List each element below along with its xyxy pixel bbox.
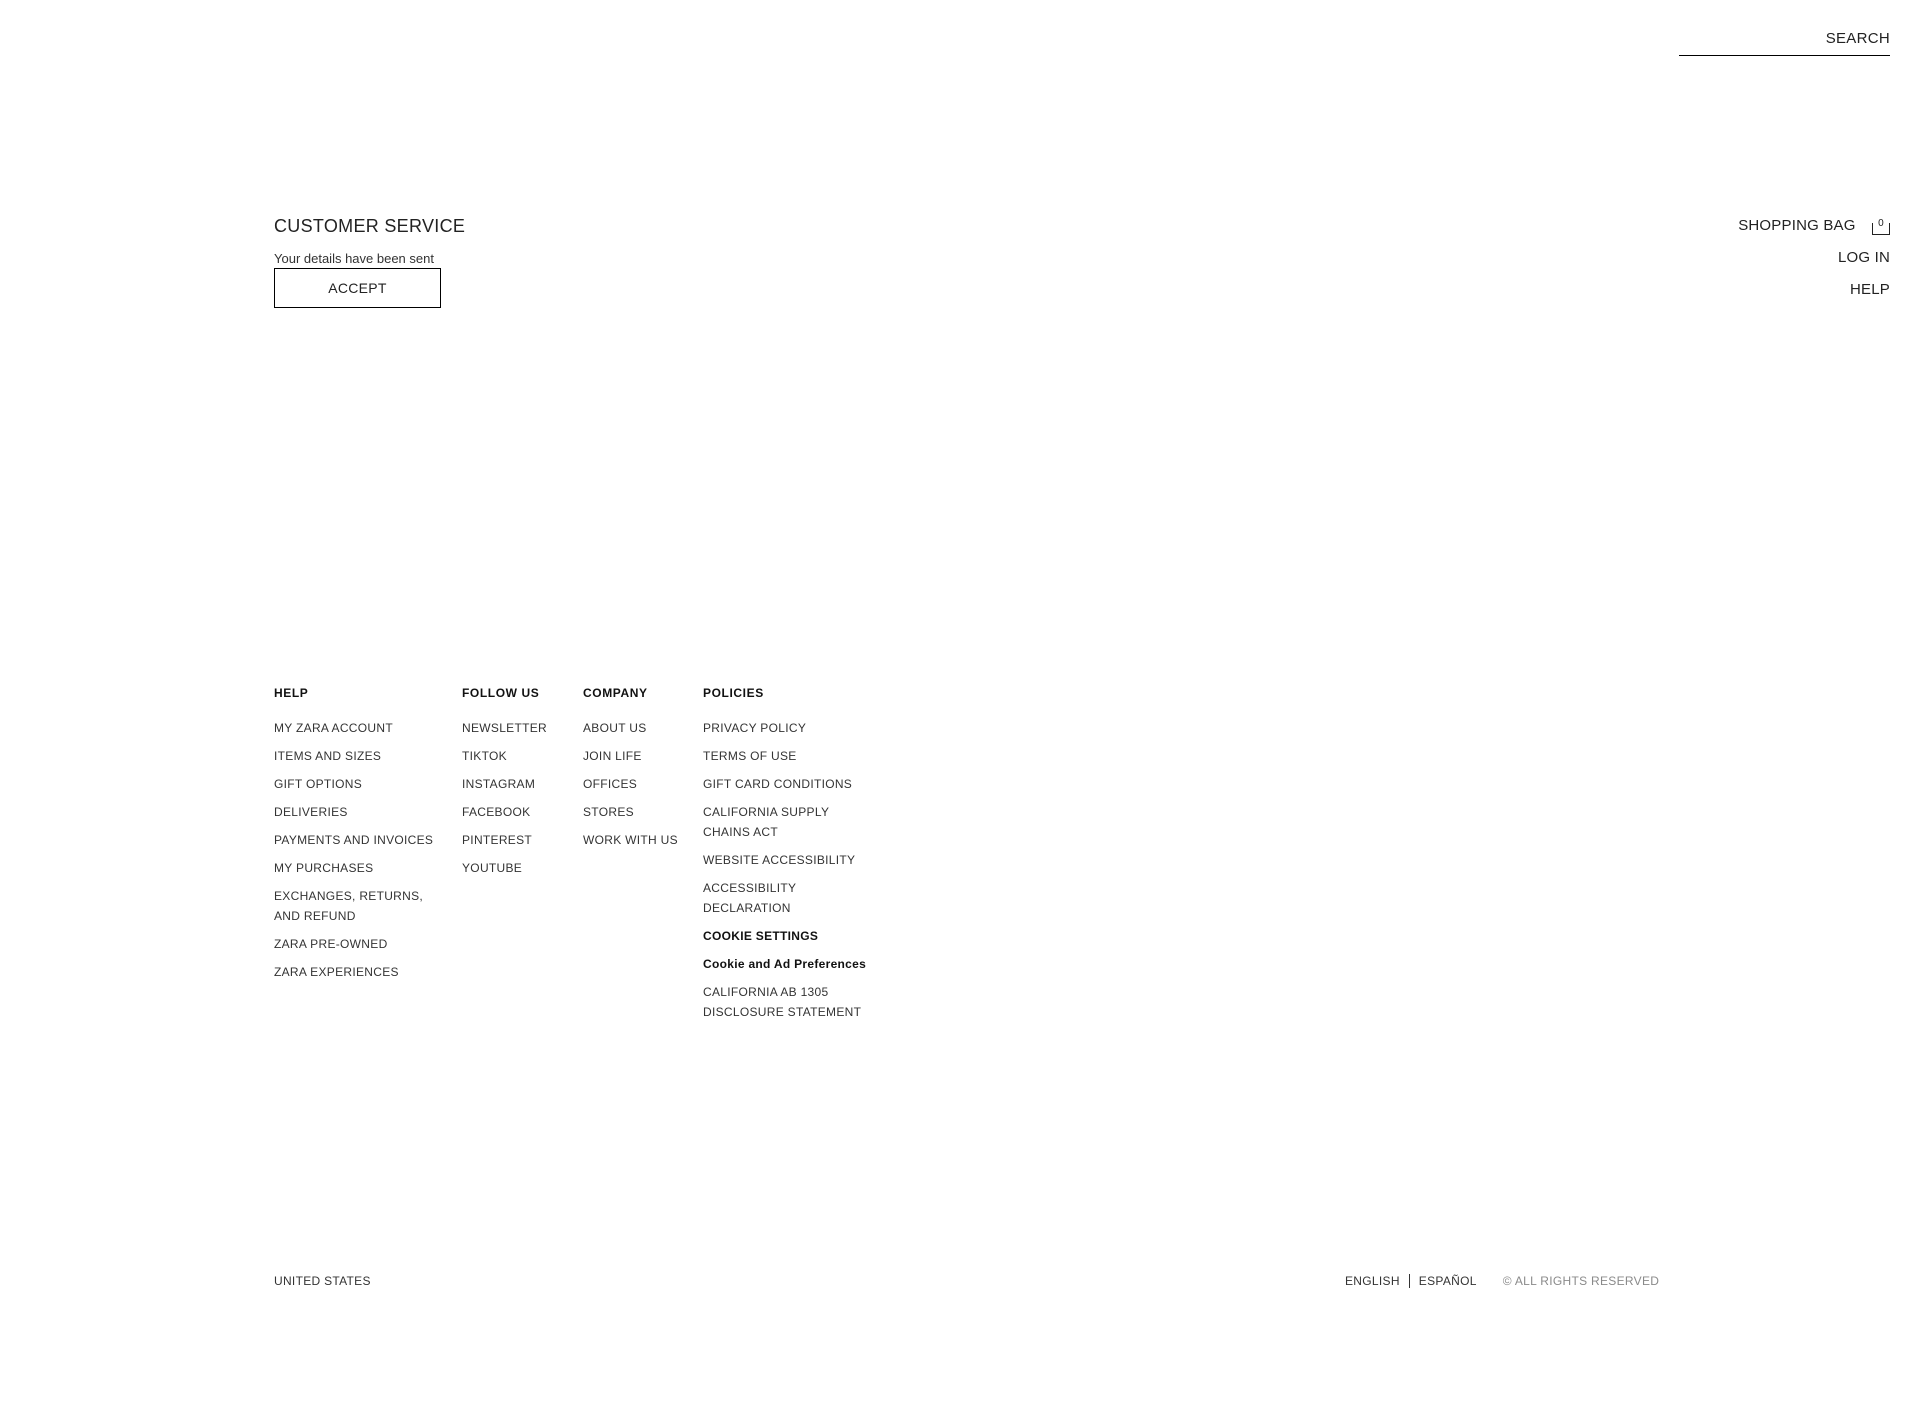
footer-link[interactable]: STORES [583, 802, 693, 822]
footer-link[interactable]: NEWSLETTER [462, 718, 572, 738]
shopping-bag-icon: 0 [1872, 219, 1890, 235]
footer-link[interactable]: FACEBOOK [462, 802, 572, 822]
footer-link[interactable]: MY ZARA ACCOUNT [274, 718, 444, 738]
footer-link[interactable]: GIFT CARD CONDITIONS [703, 774, 873, 794]
accept-button[interactable]: ACCEPT [274, 268, 441, 308]
footer-column-help: HELP MY ZARA ACCOUNT ITEMS AND SIZES GIF… [274, 686, 444, 990]
footer-column-title: FOLLOW US [462, 686, 540, 700]
footer-link[interactable]: TIKTOK [462, 746, 572, 766]
footer-link[interactable]: MY PURCHASES [274, 858, 444, 878]
footer-column-title: HELP [274, 686, 309, 700]
footer-link[interactable]: WEBSITE ACCESSIBILITY [703, 850, 873, 870]
footer-link[interactable]: DELIVERIES [274, 802, 444, 822]
country-selector[interactable]: UNITED STATES [274, 1274, 371, 1288]
header-nav: SHOPPING BAG 0 LOG IN HELP [1738, 210, 1890, 306]
footer-link[interactable]: PRIVACY POLICY [703, 718, 873, 738]
footer-link[interactable]: ZARA PRE-OWNED [274, 934, 444, 954]
login-link[interactable]: LOG IN [1738, 242, 1890, 274]
footer-link[interactable]: JOIN LIFE [583, 746, 693, 766]
bag-count: 0 [1878, 218, 1884, 229]
status-message: Your details have been sent [274, 251, 434, 266]
footer-link[interactable]: CALIFORNIA AB 1305 DISCLOSURE STATEMENT [703, 982, 873, 1022]
cookie-settings-link[interactable]: COOKIE SETTINGS [703, 926, 873, 946]
footer-link[interactable]: INSTAGRAM [462, 774, 572, 794]
footer-link[interactable]: GIFT OPTIONS [274, 774, 444, 794]
footer-column-title: POLICIES [703, 686, 764, 700]
footer-link[interactable]: ABOUT US [583, 718, 693, 738]
footer-link[interactable]: CALIFORNIA SUPPLY CHAINS ACT [703, 802, 873, 842]
shopping-bag-link[interactable]: SHOPPING BAG 0 [1738, 210, 1890, 242]
search-label[interactable]: SEARCH [1826, 30, 1890, 47]
footer-link[interactable]: OFFICES [583, 774, 693, 794]
footer-link[interactable]: TERMS OF USE [703, 746, 873, 766]
footer-link[interactable]: ZARA EXPERIENCES [274, 962, 444, 982]
footer-column-company: COMPANY ABOUT US JOIN LIFE OFFICES STORE… [583, 686, 693, 858]
cookie-preferences-link[interactable]: Cookie and Ad Preferences [703, 954, 873, 974]
copyright-text: © ALL RIGHTS RESERVED [1502, 1274, 1660, 1288]
footer-link[interactable]: ACCESSIBILITY DECLARATION [703, 878, 873, 918]
help-link[interactable]: HELP [1738, 274, 1890, 306]
language-divider [1408, 1274, 1410, 1288]
footer-link[interactable]: WORK WITH US [583, 830, 693, 850]
footer-bottom-bar: ENGLISH ESPAÑOL © ALL RIGHTS RESERVED [1345, 1274, 1659, 1288]
shopping-bag-label: SHOPPING BAG [1738, 217, 1856, 234]
language-spanish-link[interactable]: ESPAÑOL [1419, 1274, 1477, 1288]
footer-column-policies: POLICIES PRIVACY POLICY TERMS OF USE GIF… [703, 686, 873, 1030]
footer-link[interactable]: ITEMS AND SIZES [274, 746, 444, 766]
main-content: CUSTOMER SERVICE Your details have been … [274, 216, 465, 308]
footer-link[interactable]: PINTEREST [462, 830, 572, 850]
footer-link[interactable]: YOUTUBE [462, 858, 572, 878]
search-field[interactable]: SEARCH [1679, 26, 1890, 56]
footer-column-follow-us: FOLLOW US NEWSLETTER TIKTOK INSTAGRAM FA… [462, 686, 572, 886]
footer-link[interactable]: PAYMENTS AND INVOICES [274, 830, 444, 850]
language-english-link[interactable]: ENGLISH [1345, 1274, 1400, 1288]
footer-column-title: COMPANY [583, 686, 648, 700]
footer-link[interactable]: EXCHANGES, RETURNS, AND REFUND [274, 886, 444, 926]
page-title: CUSTOMER SERVICE [274, 216, 466, 236]
